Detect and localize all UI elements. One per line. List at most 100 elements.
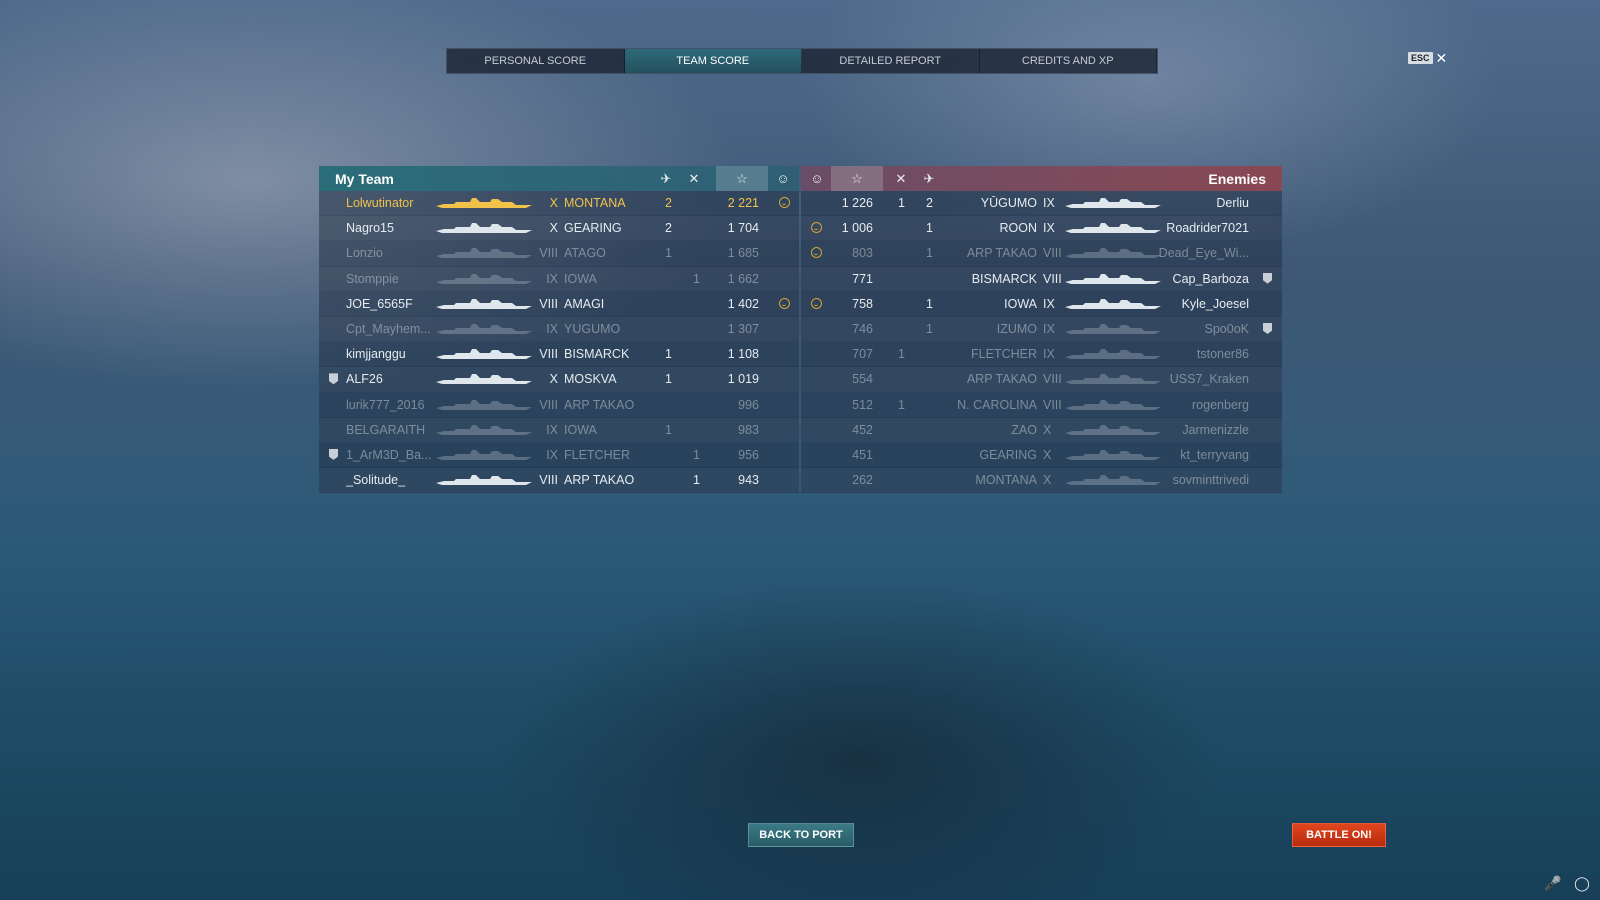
esc-close-button[interactable]: ESC ✕ [1408,51,1447,65]
table-row[interactable]: 452 ZAO X Jarmenizzle [801,418,1282,443]
ship-name: ATAGO [564,246,606,261]
score-value: 1 402 [727,296,759,311]
ship-tier: IX [546,321,558,336]
table-row[interactable]: 554 ARP TAKAO VIII USS7_Kraken [801,367,1282,393]
ship-name: MONTANA [564,196,626,210]
enemies-panel: ☺ ☆ ✕ ✈ Enemies 1 226 1 2 YŪGUMO IX Derliu 1 0… [801,166,1282,494]
ship-name: ARP TAKAO [966,246,1037,261]
tab-detailed-report[interactable]: DETAILED REPORT [802,49,980,73]
tab-credits-and-xp[interactable]: CREDITS AND XP [980,49,1157,73]
table-row[interactable]: ALF26 X MOSKVA 1 1 019 [319,367,799,393]
ship-name: GEARING [564,221,622,236]
table-row[interactable]: 1 226 1 2 YŪGUMO IX Derliu [801,191,1282,217]
table-row[interactable]: 803 1 ARP TAKAO VIII Dead_Eye_Wi... [801,241,1282,267]
ship-silhouette-icon [436,323,532,334]
ship-name: IOWA [564,422,597,437]
my-team-title: My Team [335,170,394,187]
ship-silhouette-icon [1065,475,1161,486]
ship-tier: IX [1043,296,1055,311]
table-row[interactable]: BELGARAITH IX IOWA 1 983 [319,418,799,443]
player-name: Stomppie [346,271,399,286]
score-value: 451 [852,447,873,462]
enemy-team-rows: 1 226 1 2 YŪGUMO IX Derliu 1 006 1 ROON IX Roadrid… [801,191,1282,494]
table-row[interactable]: Nagro15 X GEARING 2 1 704 [319,216,799,242]
tab-personal-score[interactable]: PERSONAL SCORE [447,49,625,73]
tab-team-score[interactable]: TEAM SCORE [624,49,802,73]
ship-silhouette-icon [436,449,532,460]
ship-tier: X [1043,422,1052,437]
back-to-port-button[interactable]: BACK TO PORT [748,823,854,847]
ship-name: ARP TAKAO [564,397,635,412]
my-team-rows: Lolwutinator X MONTANA 2 2 221 Nagro15 X GEARIN… [319,191,799,494]
esc-key-label: ESC [1408,52,1433,64]
player-name: Derliu [1216,196,1249,210]
enemies-title: Enemies [1208,170,1266,187]
clan-badge-icon [1263,272,1272,284]
ship-silhouette-icon [436,223,532,234]
table-row[interactable]: 1_ArM3D_Ba... IX FLETCHER 1 956 [319,443,799,469]
score-value: 1 108 [727,347,759,362]
score-value: 554 [852,372,873,387]
microphone-icon[interactable]: 🎤 [1544,874,1562,892]
score-value: 803 [852,246,873,261]
ship-tier: IX [546,422,558,437]
table-row[interactable]: 451 GEARING Xkt_terryvang [801,443,1282,469]
score-value: 1 019 [727,372,759,387]
table-row[interactable]: _Solitude_ VIII ARP TAKAO 1 943 [319,468,799,494]
ship-silhouette-icon [1065,223,1161,234]
table-row[interactable]: 262 MONTANA Xsovminttrivedi [801,468,1282,494]
ship-silhouette-icon [1065,323,1161,334]
score-value: 1 307 [727,321,759,336]
ship-name: YŪGUMO [980,196,1037,210]
planes-count: 2 [665,221,672,236]
table-row[interactable]: 1 006 1 ROON IX Roadrider7021 [801,216,1282,242]
battle-on-button[interactable]: BATTLE ON! [1292,823,1386,847]
ship-silhouette-icon [436,298,532,309]
ship-silhouette-icon [1065,198,1161,208]
table-row[interactable]: Lonzio VIII ATAGO 1 1 685 [319,241,799,267]
score-value: 1 685 [727,246,759,261]
ship-tier: IX [546,271,558,286]
ship-silhouette-icon [436,374,532,385]
score-value: 771 [852,271,873,286]
player-name: ALF26 [346,372,383,387]
ship-name: FLETCHER [564,447,630,462]
ship-tier: VIII [539,473,558,488]
ship-tier: X [549,221,558,236]
table-row[interactable]: kimjjanggu VIII BISMARCK 1 1 108 [319,342,799,368]
player-name: Spo0oK [1204,321,1249,336]
ship-name: ZAO [1011,422,1037,437]
player-name: Cap_Barboza [1172,271,1249,286]
table-row[interactable]: 512 1 N. CAROLINA VIII rogenberg [801,393,1282,418]
table-row[interactable]: 771 BISMARCK VIII Cap_Barboza [801,267,1282,292]
player-name: Kyle_Joesel [1181,296,1249,311]
score-value: 1 006 [841,221,873,236]
planes-count: 1 [665,372,672,387]
table-row[interactable]: 707 1 FLETCHER IX tstoner86 [801,342,1282,368]
player-name: Cpt_Mayhem... [346,321,431,336]
ship-name: BISMARCK [971,271,1037,286]
ship-silhouette-icon [1065,298,1161,309]
player-name: kt_terryvang [1180,447,1249,462]
table-row[interactable]: 758 1 IOWA IX Kyle_Joesel [801,292,1282,317]
enemies-header: ☺ ☆ ✕ ✈ Enemies [801,166,1282,191]
table-row[interactable]: lurik777_2016 VIII ARP TAKAO 996 [319,393,799,418]
ship-silhouette-icon [436,248,532,259]
table-row[interactable]: 746 1 IZUMO IX Spo0oK [801,317,1282,343]
fires-count: 1 [898,347,905,362]
smile-icon [811,247,822,259]
fires-count: 1 [693,447,700,462]
my-team-header: My Team ✈ ✕ ☆ ☺ [319,166,799,191]
refresh-icon[interactable]: ◯ [1573,874,1591,892]
score-value: 943 [738,473,759,488]
planes-count: 1 [665,246,672,261]
table-row[interactable]: Cpt_Mayhem... IX YUGUMO 1 307 [319,317,799,343]
table-row[interactable]: Stomppie IX IOWA 1 1 662 [319,267,799,292]
ship-tier: VIII [1043,271,1062,286]
ship-silhouette-icon [436,273,532,284]
table-row[interactable]: Lolwutinator X MONTANA 2 2 221 [319,191,799,217]
player-name: Lonzio [346,246,383,261]
score-value: 452 [852,422,873,437]
player-name: rogenberg [1192,397,1249,412]
table-row[interactable]: JOE_6565F VIII AMAGI 1 402 [319,292,799,317]
